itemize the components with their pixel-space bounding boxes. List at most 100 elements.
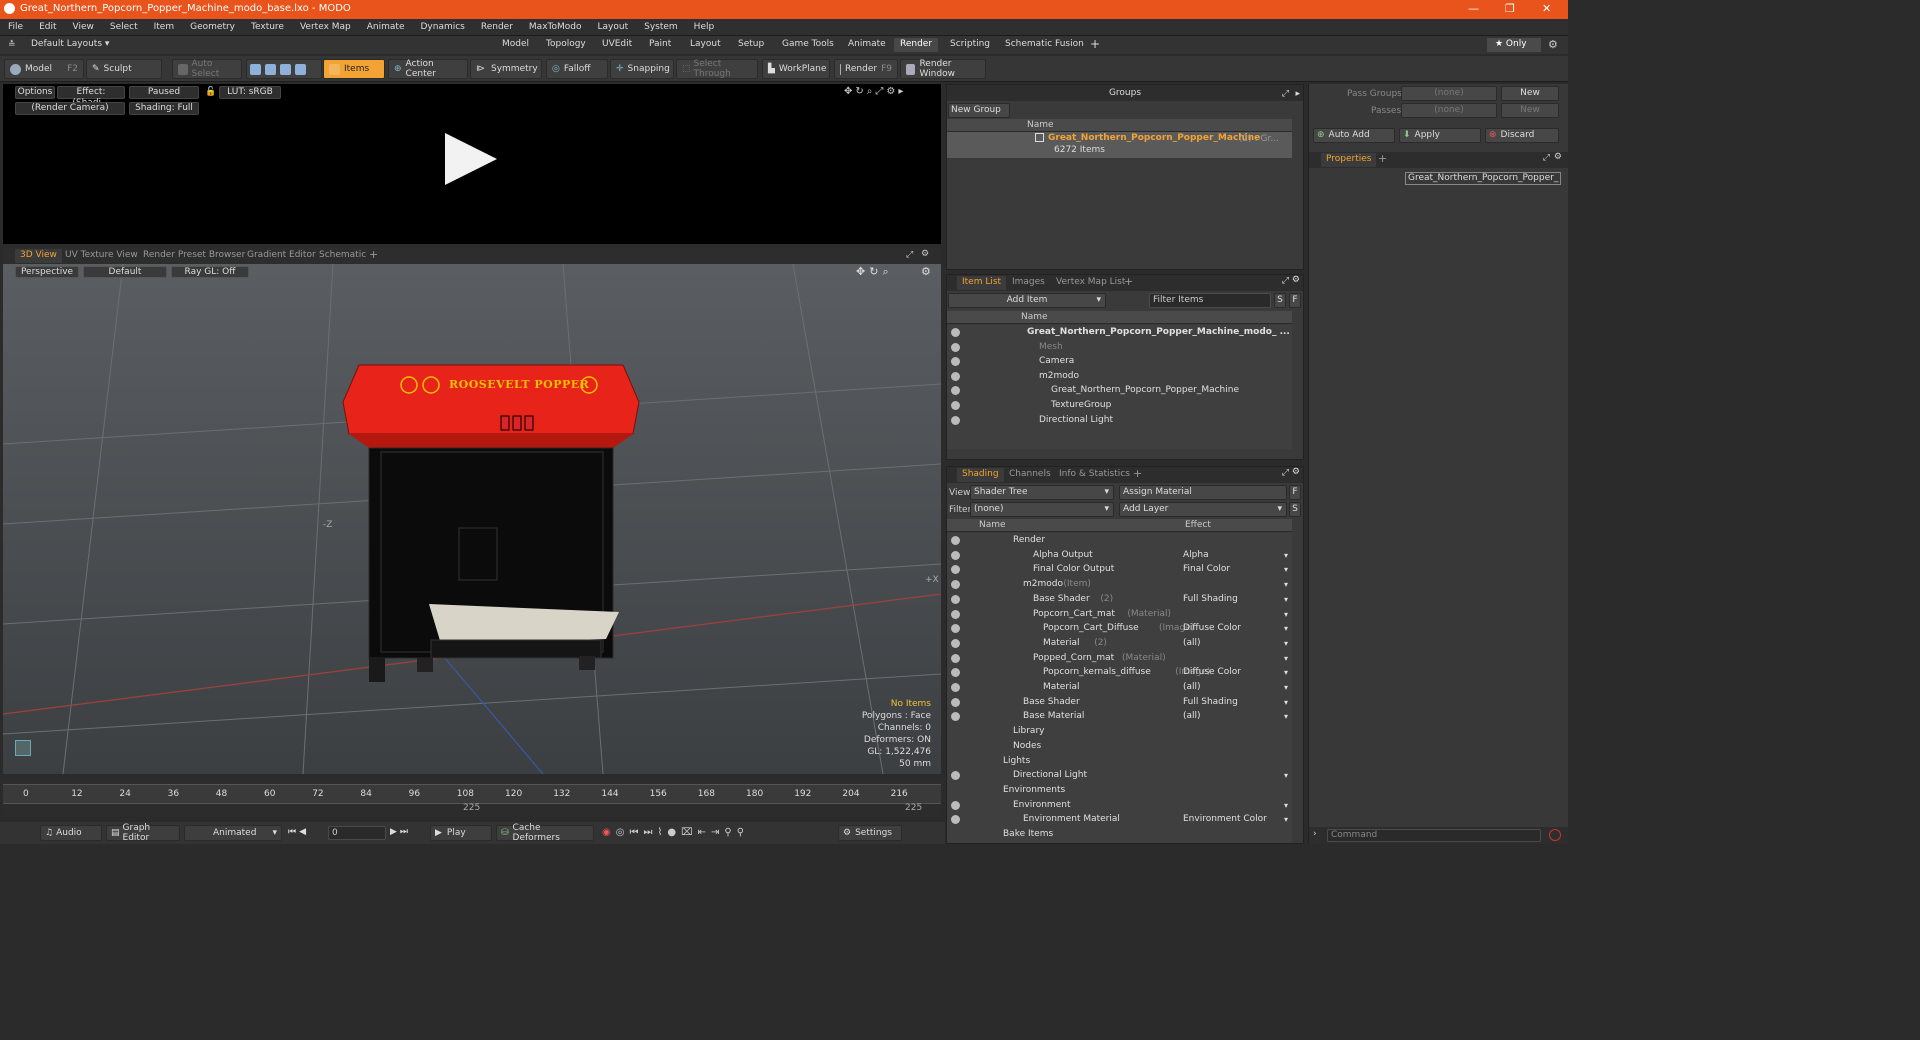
minimize-button[interactable]: — <box>1468 2 1479 15</box>
menu-system[interactable]: System <box>644 22 678 32</box>
panel-gear-icon[interactable]: ⚙ <box>1554 152 1562 162</box>
new-group-button[interactable]: New Group <box>948 103 1010 118</box>
shader-row[interactable]: m2modo (Item) ▾ <box>947 577 1292 592</box>
visibility-eye-icon[interactable] <box>951 386 960 396</box>
visibility-eye-icon[interactable] <box>951 609 960 619</box>
visibility-eye-icon[interactable] <box>951 550 960 560</box>
item-row[interactable]: Great_Northern_Popcorn_Popper_Machine_mo… <box>947 325 1292 340</box>
set-key-icon[interactable]: ● <box>667 827 681 838</box>
maximize-panel-icon[interactable]: ⤢ <box>1543 153 1550 163</box>
item-row[interactable]: Directional Light <box>947 413 1292 428</box>
tab-scripting[interactable]: Scripting <box>944 38 996 52</box>
menu-view[interactable]: View <box>73 22 94 32</box>
menu-item[interactable]: Item <box>154 22 175 32</box>
visibility-eye-icon[interactable] <box>951 815 960 825</box>
menu-help[interactable]: Help <box>694 22 715 32</box>
shader-effect[interactable]: Environment Color <box>1183 812 1267 827</box>
play-button[interactable]: ▶ Play <box>430 825 492 841</box>
groups-name-column[interactable]: Name <box>1027 120 1054 130</box>
select-through-button[interactable]: ⬚ Select Through <box>676 59 758 79</box>
next-frame-icon[interactable]: ▶ <box>390 827 400 837</box>
shading-name-column[interactable]: Name <box>979 520 1006 530</box>
raygl-dropdown[interactable]: Ray GL: Off <box>171 266 249 278</box>
tab-render-preset-browser[interactable]: Render Preset Browser <box>138 249 250 263</box>
shader-row[interactable]: Popped_Corn_mat (Material) ▾ <box>947 651 1292 666</box>
tab-schematic-fusion[interactable]: Schematic Fusion <box>999 38 1090 52</box>
filter-dropdown[interactable]: (none) ▾ <box>970 502 1114 517</box>
first-frame-icon[interactable]: ⏮ <box>288 827 299 837</box>
shader-row[interactable]: Popcorn_Cart_mat (Material) ▾ <box>947 607 1292 622</box>
viewport-gear-icon[interactable]: ⚙ <box>921 265 931 278</box>
gear-icon[interactable]: ⚙ <box>1548 38 1558 51</box>
zoom-icon[interactable]: ⌕ <box>882 265 892 278</box>
maximize-panel-icon[interactable]: ⤢ <box>1282 86 1289 102</box>
prev-frame-icon[interactable]: ◀ <box>299 827 309 837</box>
shader-row[interactable]: Nodes <box>947 739 1292 754</box>
auto-add-button[interactable]: ⊕ Auto Add <box>1313 128 1395 143</box>
tab-setup[interactable]: Setup <box>732 38 770 52</box>
visibility-eye-icon[interactable] <box>951 771 960 781</box>
visibility-eye-icon[interactable] <box>951 565 960 575</box>
passes-dropdown[interactable]: (none) <box>1401 103 1497 118</box>
tab-channels[interactable]: Channels <box>1004 468 1056 482</box>
pan-icon[interactable]: ✥ <box>856 265 869 278</box>
delete-key-icon[interactable]: ⌧ <box>681 827 698 838</box>
visibility-eye-icon[interactable] <box>951 653 960 663</box>
tab-game-tools[interactable]: Game Tools <box>776 38 840 52</box>
search-options-button[interactable]: S <box>1274 293 1286 308</box>
shader-effect[interactable]: Full Shading <box>1183 592 1238 607</box>
visibility-eye-icon[interactable] <box>951 580 960 590</box>
chevron-down-icon[interactable]: ▾ <box>1284 768 1288 783</box>
vertex-mode-icon[interactable] <box>250 63 261 75</box>
pass-groups-dropdown[interactable]: (none) <box>1401 86 1497 101</box>
animated-dropdown[interactable]: Animated ▾ <box>184 825 282 841</box>
shader-effect[interactable]: Alpha <box>1183 548 1209 563</box>
key-icon[interactable]: ⌇ <box>657 827 667 838</box>
action-center-button[interactable]: ⊕ Action Center <box>388 59 468 79</box>
shader-row[interactable]: Material (all) ▾ <box>947 680 1292 695</box>
add-tab-button[interactable]: + <box>1084 36 1106 51</box>
maximize-view-icon[interactable]: ⤢ <box>906 250 913 260</box>
menu-animate[interactable]: Animate <box>367 22 405 32</box>
menu-maxtomodo[interactable]: MaxToModo <box>529 22 582 32</box>
visibility-eye-icon[interactable] <box>951 328 960 337</box>
visibility-eye-icon[interactable] <box>951 371 960 381</box>
tab-animate[interactable]: Animate <box>842 38 892 52</box>
shader-row[interactable]: Base Shader (2) Full Shading ▾ <box>947 592 1292 607</box>
falloff-button[interactable]: ◎ Falloff <box>546 59 608 79</box>
perspective-dropdown[interactable]: Perspective <box>15 266 79 278</box>
material-mode-icon[interactable] <box>295 63 306 75</box>
chevron-down-icon[interactable]: ▾ <box>1284 695 1288 710</box>
tab-gradient-editor[interactable]: Gradient Editor <box>242 249 321 263</box>
layout-preset-dropdown[interactable]: Default Layouts ▾ <box>31 39 109 49</box>
items-mode-button[interactable]: Items <box>323 59 385 79</box>
shading-mode-dropdown[interactable]: Default <box>83 266 167 278</box>
polygon-mode-icon[interactable] <box>280 63 291 75</box>
key-filter-icon[interactable]: ⚲ <box>737 827 749 838</box>
add-item-dropdown[interactable]: Add Item ▾ <box>948 293 1106 308</box>
apply-button[interactable]: ⬇ Apply <box>1399 128 1481 143</box>
shader-row[interactable]: Bake Items <box>947 827 1292 842</box>
visibility-eye-icon[interactable] <box>951 624 960 634</box>
add-panel-tab[interactable]: + <box>1128 466 1147 480</box>
shader-row[interactable]: Environments <box>947 783 1292 798</box>
settings-button[interactable]: ⚙ Settings <box>838 825 902 841</box>
tab-item-list[interactable]: Item List <box>957 276 1007 290</box>
cache-deformers-button[interactable]: ⛁ Cache Deformers <box>496 823 594 843</box>
chevron-down-icon[interactable]: ▾ <box>1284 651 1288 666</box>
shader-row[interactable]: Environment ▾ <box>947 798 1292 813</box>
visibility-eye-icon[interactable] <box>951 415 960 425</box>
rotate-icon[interactable]: ↻ <box>855 86 866 97</box>
workplane-button[interactable]: ▙ WorkPlane <box>762 59 830 79</box>
sculpt-button[interactable]: ✎ Sculpt <box>86 59 162 79</box>
item-row[interactable]: m2modo <box>947 369 1292 384</box>
close-button[interactable]: ✕ <box>1542 2 1551 15</box>
menu-dynamics[interactable]: Dynamics <box>420 22 464 32</box>
item-row[interactable]: Camera <box>947 354 1292 369</box>
menu-edit[interactable]: Edit <box>39 22 56 32</box>
auto-key-icon[interactable]: ◎ <box>616 827 630 838</box>
shader-row[interactable]: Render <box>947 533 1292 548</box>
only-toggle[interactable]: ★ Only <box>1487 38 1541 52</box>
chevron-down-icon[interactable]: ▾ <box>1284 548 1288 563</box>
paused-toggle[interactable]: Paused <box>129 86 199 99</box>
